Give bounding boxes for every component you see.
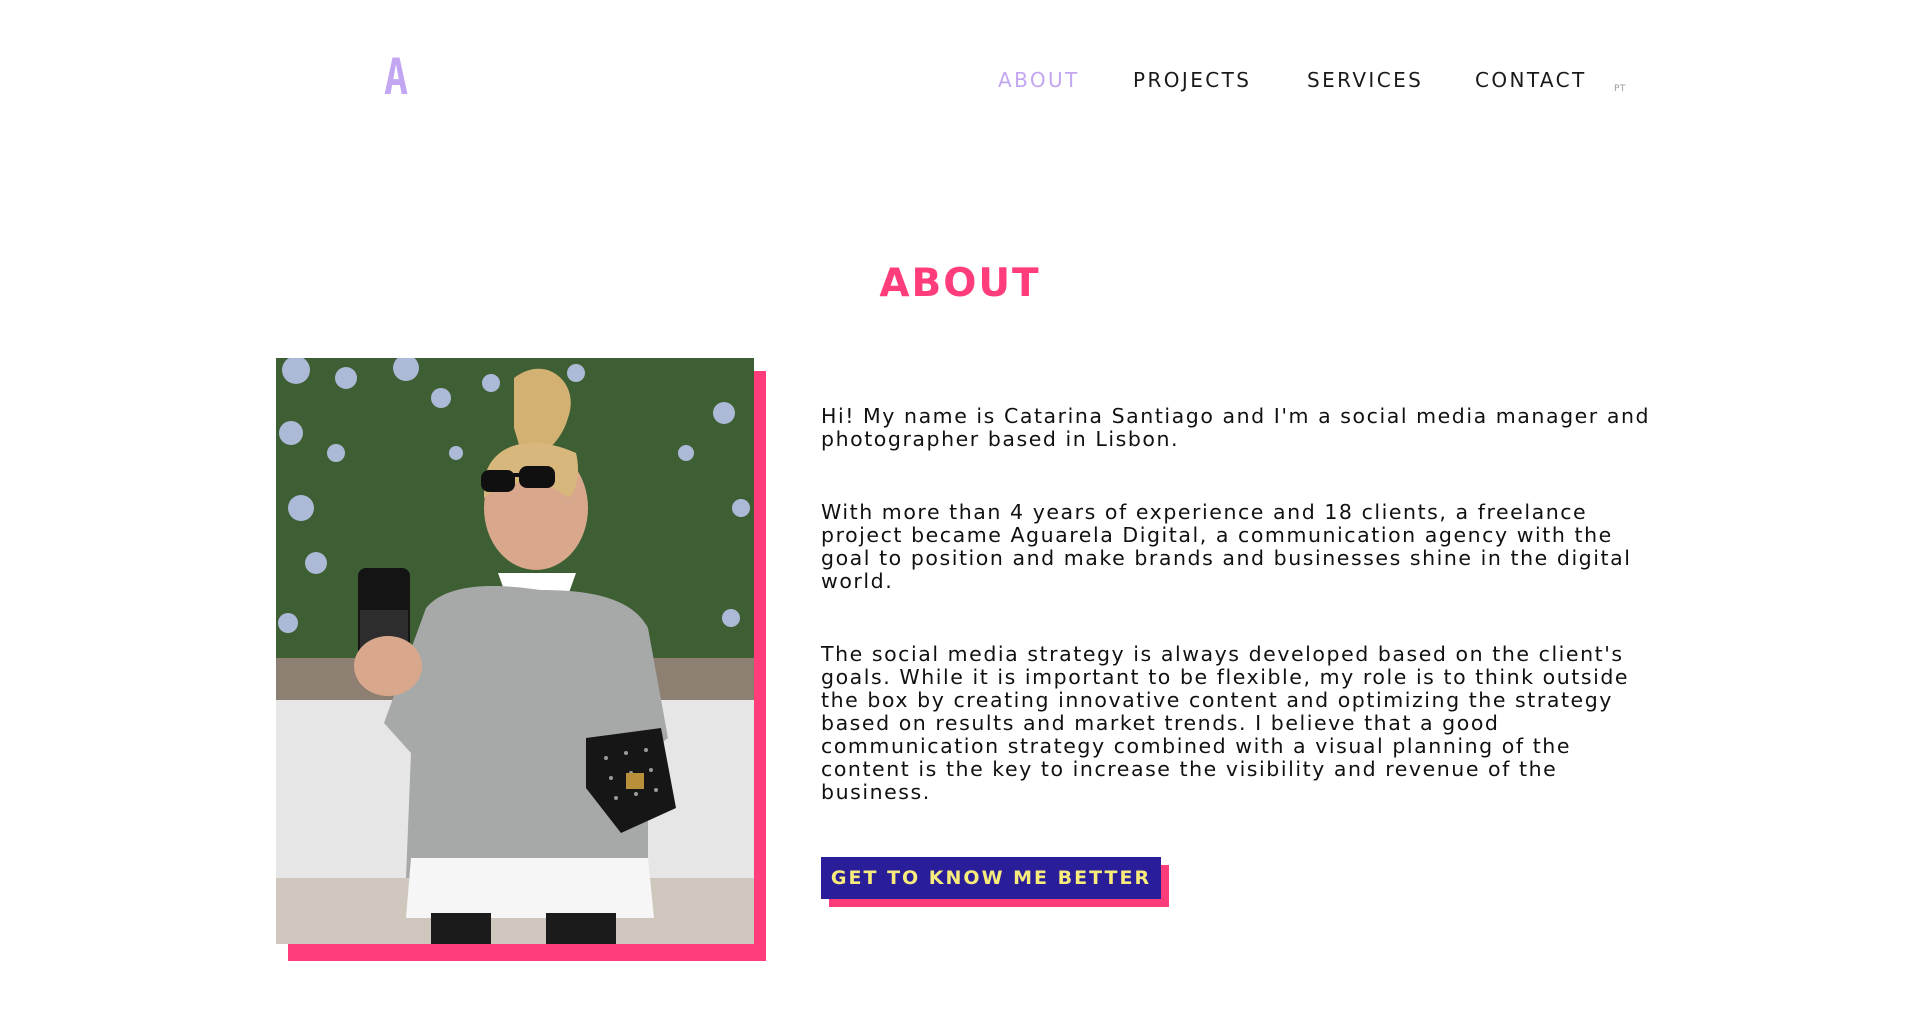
about-text: Hi! My name is Catarina Santiago and I'm…	[821, 405, 1651, 854]
get-to-know-me-button[interactable]: GET TO KNOW ME BETTER	[821, 857, 1161, 899]
about-paragraph-experience: With more than 4 years of experience and…	[821, 500, 1632, 593]
nav-contact-link[interactable]: CONTACT	[1475, 68, 1587, 92]
main-nav: ABOUT PROJECTS SERVICES CONTACT PT	[0, 68, 1920, 96]
nav-about-link[interactable]: ABOUT	[998, 68, 1080, 92]
nav-services-link[interactable]: SERVICES	[1307, 68, 1423, 92]
site-header: A ABOUT PROJECTS SERVICES CONTACT PT	[0, 0, 1920, 130]
profile-photo	[276, 358, 754, 944]
about-paragraph-intro: Hi! My name is Catarina Santiago and I'm…	[821, 404, 1651, 451]
language-switch-link[interactable]: PT	[1614, 77, 1626, 101]
about-paragraph-strategy: The social media strategy is always deve…	[821, 642, 1630, 804]
page-title: ABOUT	[879, 261, 1041, 306]
nav-projects-link[interactable]: PROJECTS	[1133, 68, 1251, 92]
